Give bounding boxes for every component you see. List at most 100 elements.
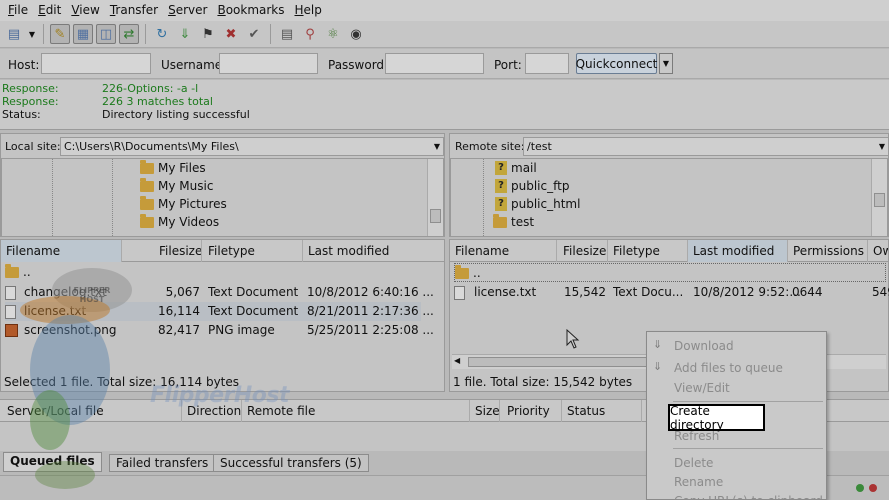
tree-item-test[interactable]: test xyxy=(493,213,534,231)
tab-successful-transfers[interactable]: Successful transfers (5) xyxy=(213,454,369,472)
menu-help[interactable]: Help xyxy=(290,0,327,21)
file-name: .. xyxy=(473,266,481,280)
file-row[interactable]: license.txt 15,542 Text Docu... 10/8/201… xyxy=(454,283,889,302)
file-permissions: 0644 xyxy=(792,285,823,299)
site-manager-icon[interactable]: ▤ xyxy=(4,24,24,44)
search-icon[interactable]: ◉ xyxy=(346,24,366,44)
menu-bookmarks[interactable]: Bookmarks xyxy=(212,0,289,21)
remote-list-header: Filename Filesize Filetype Last modified… xyxy=(450,240,888,262)
scroll-left-icon[interactable]: ◀ xyxy=(454,356,460,365)
tree-item-public-ftp[interactable]: ? public_ftp xyxy=(495,177,569,195)
tree-item-mail[interactable]: ? mail xyxy=(495,159,537,177)
toggle-queue-icon[interactable]: ⇄ xyxy=(119,24,139,44)
column-size[interactable]: Size xyxy=(470,400,500,422)
toolbar: ▤ ▼ ✎ ▦ ◫ ⇄ ↻ ⇓ ⚑ ✖ ✔ ▤ ⚲ ⚛ ◉ xyxy=(0,21,889,48)
toggle-log-icon[interactable]: ✎ xyxy=(50,24,70,44)
chevron-down-icon[interactable]: ▼ xyxy=(879,138,885,155)
file-modified: 10/8/2012 6:40:16 ... xyxy=(307,285,434,299)
log-message: 226 3 matches total xyxy=(102,95,213,108)
tree-item-label: My Videos xyxy=(158,215,220,229)
tree-item-label: mail xyxy=(511,161,537,175)
menu-divider xyxy=(673,401,823,402)
password-label: Password: xyxy=(328,58,389,72)
remote-tree-scrollbar[interactable] xyxy=(871,159,887,236)
scrollbar-thumb[interactable] xyxy=(468,357,648,367)
menu-item-rename[interactable]: Rename xyxy=(674,473,723,491)
quickconnect-button[interactable]: Quickconnect xyxy=(576,53,657,74)
column-filesize[interactable]: Filesize xyxy=(154,240,202,262)
filter-icon[interactable]: ▤ xyxy=(277,24,297,44)
cancel-icon[interactable]: ⚑ xyxy=(198,24,218,44)
refresh-icon[interactable]: ↻ xyxy=(152,24,172,44)
quickconnect-dropdown-icon[interactable]: ▼ xyxy=(659,53,673,74)
file-row-parent[interactable]: .. xyxy=(454,263,886,282)
menu-item-add-to-queue[interactable]: Add files to queue xyxy=(674,359,783,377)
tree-guide xyxy=(483,159,484,236)
column-filename[interactable]: Filename xyxy=(1,240,122,262)
column-filetype[interactable]: Filetype xyxy=(203,240,303,262)
local-path-input[interactable]: C:\Users\R\Documents\My Files\ ▼ xyxy=(60,137,444,156)
menu-file[interactable]: File xyxy=(3,0,33,21)
chevron-down-icon[interactable]: ▼ xyxy=(434,138,440,155)
toggle-remote-tree-icon[interactable]: ◫ xyxy=(96,24,116,44)
tree-item-my-pictures[interactable]: My Pictures xyxy=(140,195,227,213)
column-permissions[interactable]: Permissions xyxy=(788,240,868,262)
menu-transfer[interactable]: Transfer xyxy=(105,0,163,21)
menu-item-copy-url[interactable]: Copy URL(s) to clipboard xyxy=(674,492,823,500)
compare-icon[interactable]: ⚛ xyxy=(323,24,343,44)
password-input[interactable] xyxy=(385,53,484,74)
remote-site-label: Remote site: xyxy=(455,140,525,153)
message-log: Response: 226-Options: -a -l Response: 2… xyxy=(0,80,889,130)
menu-bar: File Edit View Transfer Server Bookmarks… xyxy=(0,0,889,21)
port-input[interactable] xyxy=(525,53,569,74)
menu-edit[interactable]: Edit xyxy=(33,0,66,21)
username-label: Username: xyxy=(161,58,227,72)
add-to-queue-icon: ⇓ xyxy=(653,360,663,373)
menu-item-view-edit[interactable]: View/Edit xyxy=(674,379,730,397)
file-size: 82,417 xyxy=(158,323,200,337)
scrollbar-thumb[interactable] xyxy=(874,193,885,207)
column-filename[interactable]: Filename xyxy=(450,240,557,262)
column-owner[interactable]: Ow xyxy=(868,240,888,262)
tree-item-my-videos[interactable]: My Videos xyxy=(140,213,219,231)
tree-item-public-html[interactable]: ? public_html xyxy=(495,195,580,213)
menu-item-delete[interactable]: Delete xyxy=(674,454,713,472)
toolbar-divider xyxy=(43,24,44,44)
column-last-modified[interactable]: Last modified xyxy=(303,240,444,262)
quickconnect-bar: Host: Username: Password: Port: Quickcon… xyxy=(0,49,889,79)
username-input[interactable] xyxy=(219,53,318,74)
tree-item-label: test xyxy=(511,215,535,229)
menu-item-create-directory[interactable]: Create directory xyxy=(668,404,765,432)
menu-divider xyxy=(673,448,823,449)
tree-item-my-music[interactable]: My Music xyxy=(140,177,213,195)
column-priority[interactable]: Priority xyxy=(502,400,562,422)
column-filetype[interactable]: Filetype xyxy=(608,240,688,262)
unknown-folder-icon: ? xyxy=(495,179,507,193)
column-last-modified[interactable]: Last modified xyxy=(688,240,788,262)
tree-guide xyxy=(112,159,113,236)
scrollbar-thumb[interactable] xyxy=(430,209,441,223)
tree-item-label: public_ftp xyxy=(511,179,570,193)
folder-icon xyxy=(140,159,154,174)
menu-item-download[interactable]: Download xyxy=(674,337,734,355)
site-manager-dropdown-icon[interactable]: ▼ xyxy=(27,24,37,44)
host-input[interactable] xyxy=(41,53,151,74)
disconnect-icon[interactable]: ✖ xyxy=(221,24,241,44)
local-tree-scrollbar[interactable] xyxy=(427,159,443,236)
sync-browse-icon[interactable]: ⚲ xyxy=(300,24,320,44)
process-queue-icon[interactable]: ⇓ xyxy=(175,24,195,44)
column-filesize[interactable]: Filesize xyxy=(558,240,608,262)
menu-server[interactable]: Server xyxy=(163,0,212,21)
local-tree: My Files My Music My Pictures My Videos xyxy=(1,158,444,237)
file-size: 16,114 xyxy=(158,304,200,318)
file-type: Text Document xyxy=(208,285,299,299)
menu-view[interactable]: View xyxy=(66,0,104,21)
watermark-hat-text: FLIPPER HOST xyxy=(73,286,111,304)
reconnect-icon[interactable]: ✔ xyxy=(244,24,264,44)
toggle-local-tree-icon[interactable]: ▦ xyxy=(73,24,93,44)
column-status[interactable]: Status xyxy=(562,400,642,422)
file-size: 15,542 xyxy=(564,285,606,299)
tree-item-my-files[interactable]: My Files xyxy=(140,159,206,177)
folder-icon xyxy=(140,213,154,228)
remote-path-input[interactable]: /test ▼ xyxy=(523,137,889,156)
